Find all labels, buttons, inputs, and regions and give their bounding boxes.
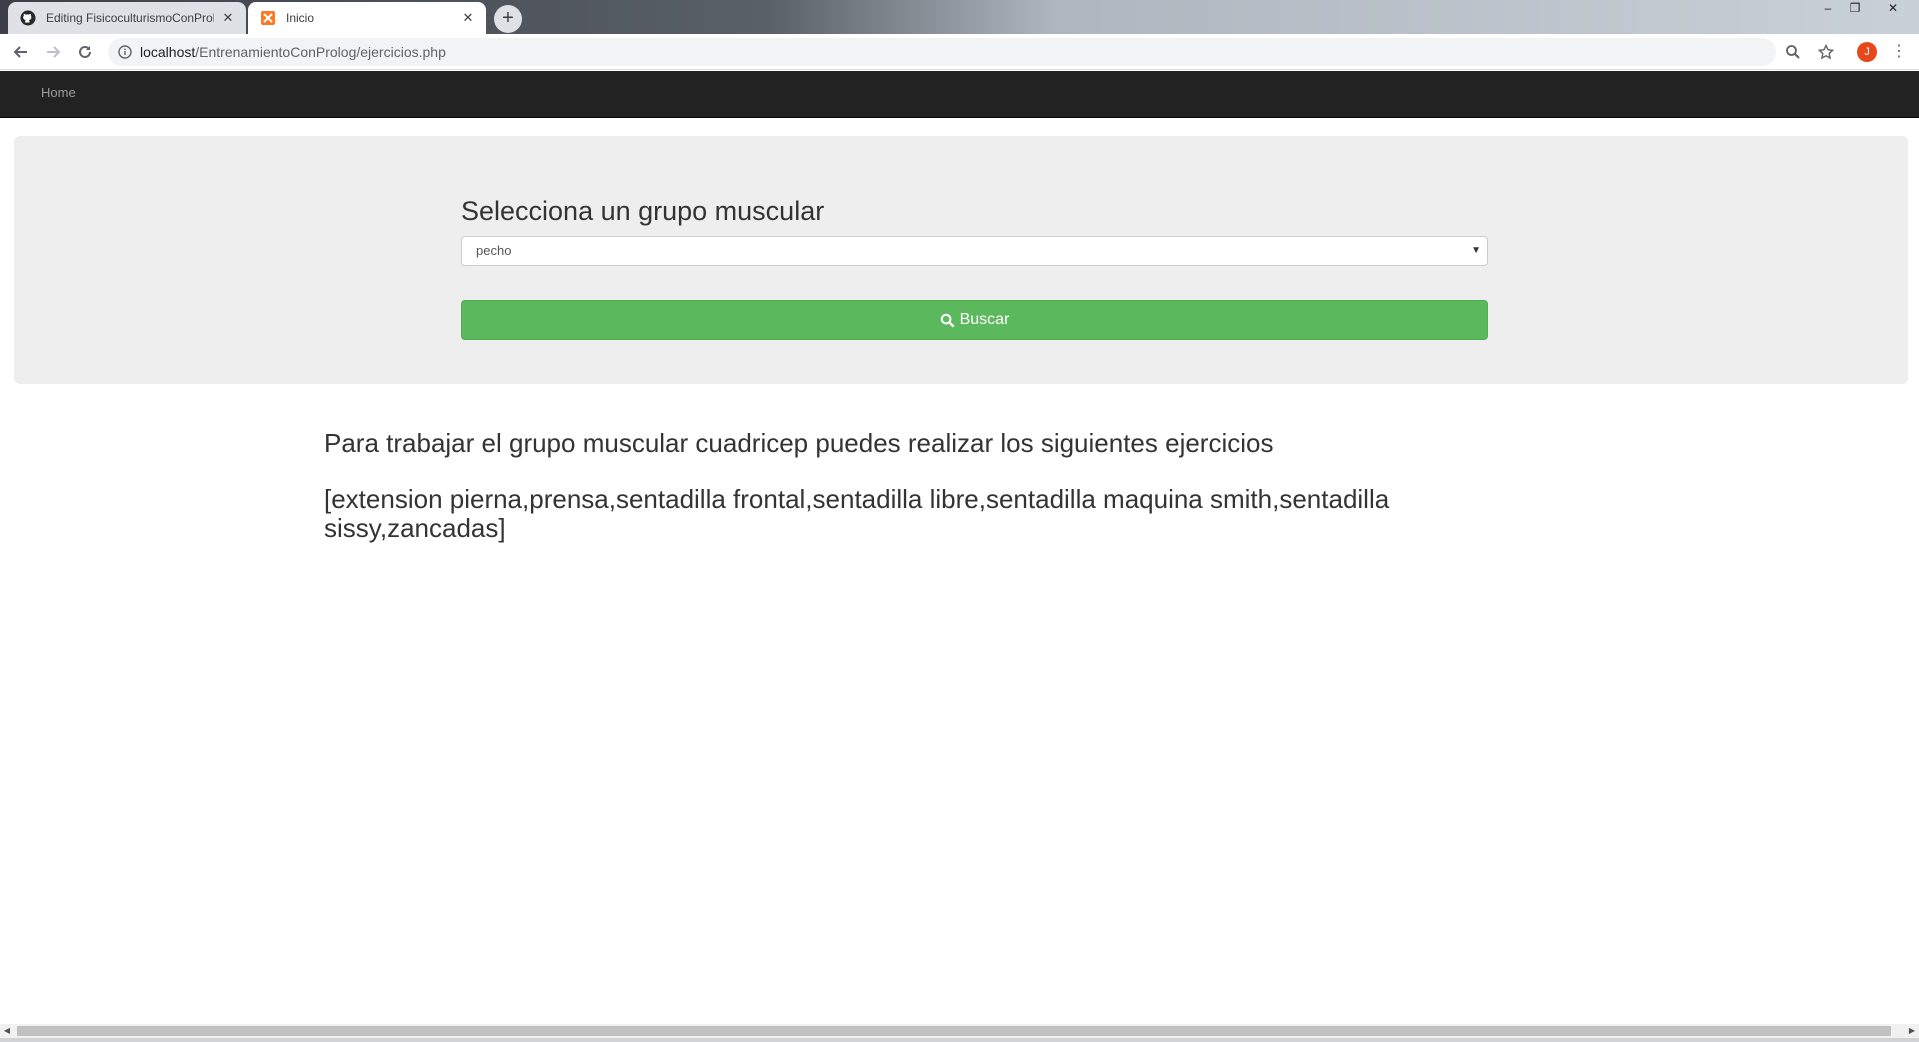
result-heading: Para trabajar el grupo muscular cuadrice… bbox=[324, 428, 1274, 458]
close-icon[interactable]: ✕ bbox=[220, 10, 236, 26]
window-close-button[interactable]: ✕ bbox=[1880, 0, 1906, 18]
search-button[interactable]: Buscar bbox=[461, 300, 1488, 340]
nav-home-link[interactable]: Home bbox=[41, 85, 76, 100]
bookmark-star-icon[interactable] bbox=[1814, 40, 1838, 64]
back-icon[interactable] bbox=[9, 40, 33, 64]
form-label: Selecciona un grupo muscular bbox=[461, 196, 825, 226]
restore-button[interactable]: ❐ bbox=[1842, 0, 1868, 18]
caret-down-icon: ▼ bbox=[1471, 245, 1481, 256]
search-button-label: Buscar bbox=[959, 311, 1010, 328]
search-panel: Selecciona un grupo muscular pecho ▼ Bus… bbox=[14, 136, 1908, 384]
exercise-list: [extension pierna,prensa,sentadilla fron… bbox=[324, 484, 1390, 543]
github-icon bbox=[20, 10, 36, 26]
taskbar-edge bbox=[0, 1038, 1919, 1042]
minimize-button[interactable]: – bbox=[1815, 0, 1841, 18]
tab-editing[interactable]: Editing FisicoculturismoConProlo ✕ bbox=[8, 2, 246, 34]
reload-icon[interactable] bbox=[73, 40, 97, 64]
profile-avatar[interactable]: J bbox=[1857, 42, 1877, 62]
scroll-right-icon[interactable]: ▶ bbox=[1905, 1024, 1919, 1038]
info-icon[interactable] bbox=[118, 45, 132, 59]
search-icon bbox=[940, 313, 955, 327]
select-value: pecho bbox=[476, 243, 512, 258]
close-icon[interactable]: ✕ bbox=[460, 10, 476, 26]
scroll-left-icon[interactable]: ◀ bbox=[0, 1024, 14, 1038]
muscle-group-select[interactable]: pecho ▼ bbox=[461, 236, 1488, 266]
browser-menu-icon[interactable]: ⋮ bbox=[1891, 42, 1907, 62]
browser-tabstrip: Editing FisicoculturismoConProlo ✕ Inici… bbox=[0, 0, 1919, 34]
forward-icon[interactable] bbox=[41, 40, 65, 64]
xampp-icon bbox=[260, 10, 276, 26]
site-navbar: Home bbox=[0, 71, 1919, 118]
tab-title: Editing FisicoculturismoConProlo bbox=[46, 11, 214, 25]
url-path: /EntrenamientoConProlog/ejercicios.php bbox=[195, 44, 446, 60]
url-host: localhost bbox=[140, 44, 196, 60]
tab-inicio[interactable]: Inicio ✕ bbox=[248, 2, 486, 34]
scrollbar-thumb[interactable] bbox=[17, 1026, 1891, 1036]
horizontal-scrollbar[interactable]: ◀ ▶ bbox=[0, 1024, 1919, 1038]
browser-toolbar: localhost/EntrenamientoConProlog/ejercic… bbox=[0, 34, 1919, 70]
zoom-icon[interactable] bbox=[1781, 40, 1805, 64]
tab-title: Inicio bbox=[286, 11, 315, 25]
new-tab-button[interactable]: + bbox=[494, 5, 522, 33]
address-bar[interactable]: localhost/EntrenamientoConProlog/ejercic… bbox=[108, 38, 1776, 66]
